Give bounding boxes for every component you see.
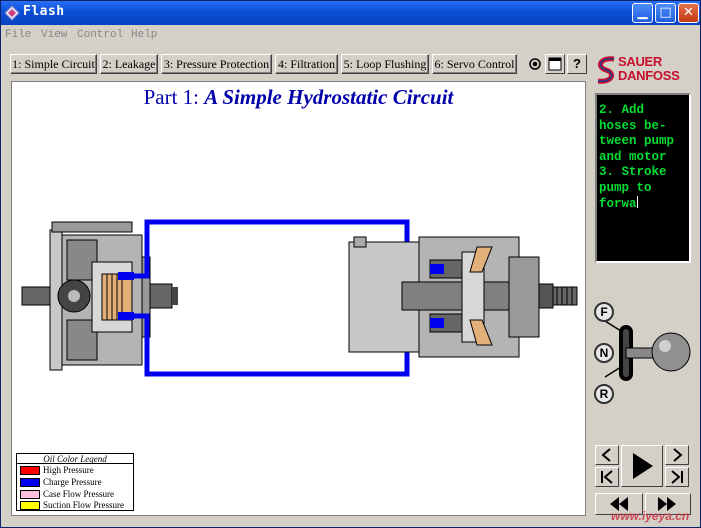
- last-step-button[interactable]: [665, 467, 689, 487]
- menu-control[interactable]: Control: [77, 29, 123, 41]
- tab-pressure-protection[interactable]: 3: Pressure Protection: [161, 54, 272, 74]
- record-icon[interactable]: [525, 54, 545, 74]
- menu-help[interactable]: Help: [131, 29, 157, 41]
- play-button[interactable]: [621, 445, 663, 487]
- legend-swatch: [20, 478, 40, 487]
- window-title: Flash: [23, 4, 65, 19]
- instruction-line: pump to: [599, 180, 652, 195]
- chevron-left-icon: [601, 448, 611, 462]
- first-step-button[interactable]: [595, 467, 619, 487]
- instruction-line: tween pump: [599, 134, 675, 148]
- minimize-button[interactable]: ▁: [632, 3, 653, 23]
- legend-swatch: [20, 466, 40, 475]
- legend-label: Suction Flow Pressure: [43, 500, 124, 510]
- chevron-right-icon: [673, 448, 683, 462]
- skip-to-start-icon: [601, 470, 613, 484]
- menu-file[interactable]: File: [5, 29, 31, 41]
- legend-label: Case Flow Pressure: [43, 489, 114, 499]
- legend-label: High Pressure: [43, 465, 94, 475]
- legend-item-suction-flow-pressure: Suction Flow Pressure: [19, 500, 133, 511]
- instruction-line: 3. Stroke: [599, 165, 667, 179]
- instruction-line: hoses be-: [599, 118, 667, 133]
- close-button[interactable]: ✕: [678, 3, 699, 23]
- stage-title-emphasis: A Simple Hydrostatic Circuit: [204, 85, 454, 109]
- menu-bar: File View Control Help: [1, 25, 700, 46]
- legend-item-high-pressure: High Pressure: [19, 465, 133, 476]
- logo-text-line1: SAUER: [618, 54, 663, 69]
- maximize-button[interactable]: □: [655, 3, 676, 23]
- next-step-button[interactable]: [665, 445, 689, 465]
- legend-item-charge-pressure: Charge Pressure: [19, 477, 133, 488]
- instruction-line-last: forwa: [599, 196, 687, 213]
- legend-label: Charge Pressure: [43, 477, 102, 487]
- tab-simple-circuit[interactable]: 1: Simple Circuit: [10, 54, 97, 74]
- menu-view[interactable]: View: [41, 29, 67, 41]
- sauer-danfoss-logo: SAUER DANFOSS: [594, 53, 694, 87]
- lever-reverse-position[interactable]: R: [594, 384, 614, 404]
- watermark: www.iyeya.cn: [611, 509, 690, 523]
- lever-neutral-position[interactable]: N: [594, 343, 614, 363]
- title-bar[interactable]: Flash ▁ □ ✕: [1, 1, 700, 25]
- oil-color-legend: Oil Color Legend High Pressure Charge Pr…: [16, 453, 134, 511]
- text-cursor: [636, 196, 638, 208]
- instruction-text: forwa: [599, 197, 637, 211]
- app-window: Flash ▁ □ ✕ File View Control Help 1: Si…: [0, 0, 701, 528]
- window-icon[interactable]: [545, 54, 565, 74]
- play-icon: [633, 453, 653, 479]
- tab-servo-control[interactable]: 6: Servo Control: [432, 54, 517, 74]
- pump-assembly[interactable]: [21, 221, 178, 371]
- legend-swatch: [20, 490, 40, 499]
- logo-text-line2: DANFOSS: [618, 68, 680, 83]
- instruction-panel: 2. Add hoses be- tween pump and motor 3.…: [595, 93, 691, 263]
- skip-to-end-icon: [671, 470, 683, 484]
- tab-loop-flushing[interactable]: 5: Loop Flushing: [341, 54, 429, 74]
- legend-title: Oil Color Legend: [17, 454, 133, 464]
- simulation-stage[interactable]: Part 1: A Simple Hydrostatic Circuit Oil…: [11, 81, 586, 516]
- tab-leakage[interactable]: 2: Leakage: [100, 54, 158, 74]
- stage-title-prefix: Part 1:: [143, 85, 200, 109]
- lever-forward-position[interactable]: F: [594, 302, 614, 322]
- instruction-line: 2. Add: [599, 103, 645, 117]
- previous-step-button[interactable]: [595, 445, 619, 465]
- help-button[interactable]: ?: [567, 54, 587, 74]
- stage-title: Part 1: A Simple Hydrostatic Circuit: [12, 85, 585, 110]
- legend-item-case-flow-pressure: Case Flow Pressure: [19, 489, 133, 500]
- logo-mark-icon: [597, 56, 615, 84]
- motor-assembly[interactable]: [348, 236, 578, 358]
- swashplate-control-lever[interactable]: F N R: [593, 299, 693, 409]
- instruction-line: and motor: [599, 149, 667, 164]
- flash-app-icon: [4, 5, 20, 21]
- legend-swatch: [20, 501, 40, 510]
- tab-filtration[interactable]: 4: Filtration: [275, 54, 338, 74]
